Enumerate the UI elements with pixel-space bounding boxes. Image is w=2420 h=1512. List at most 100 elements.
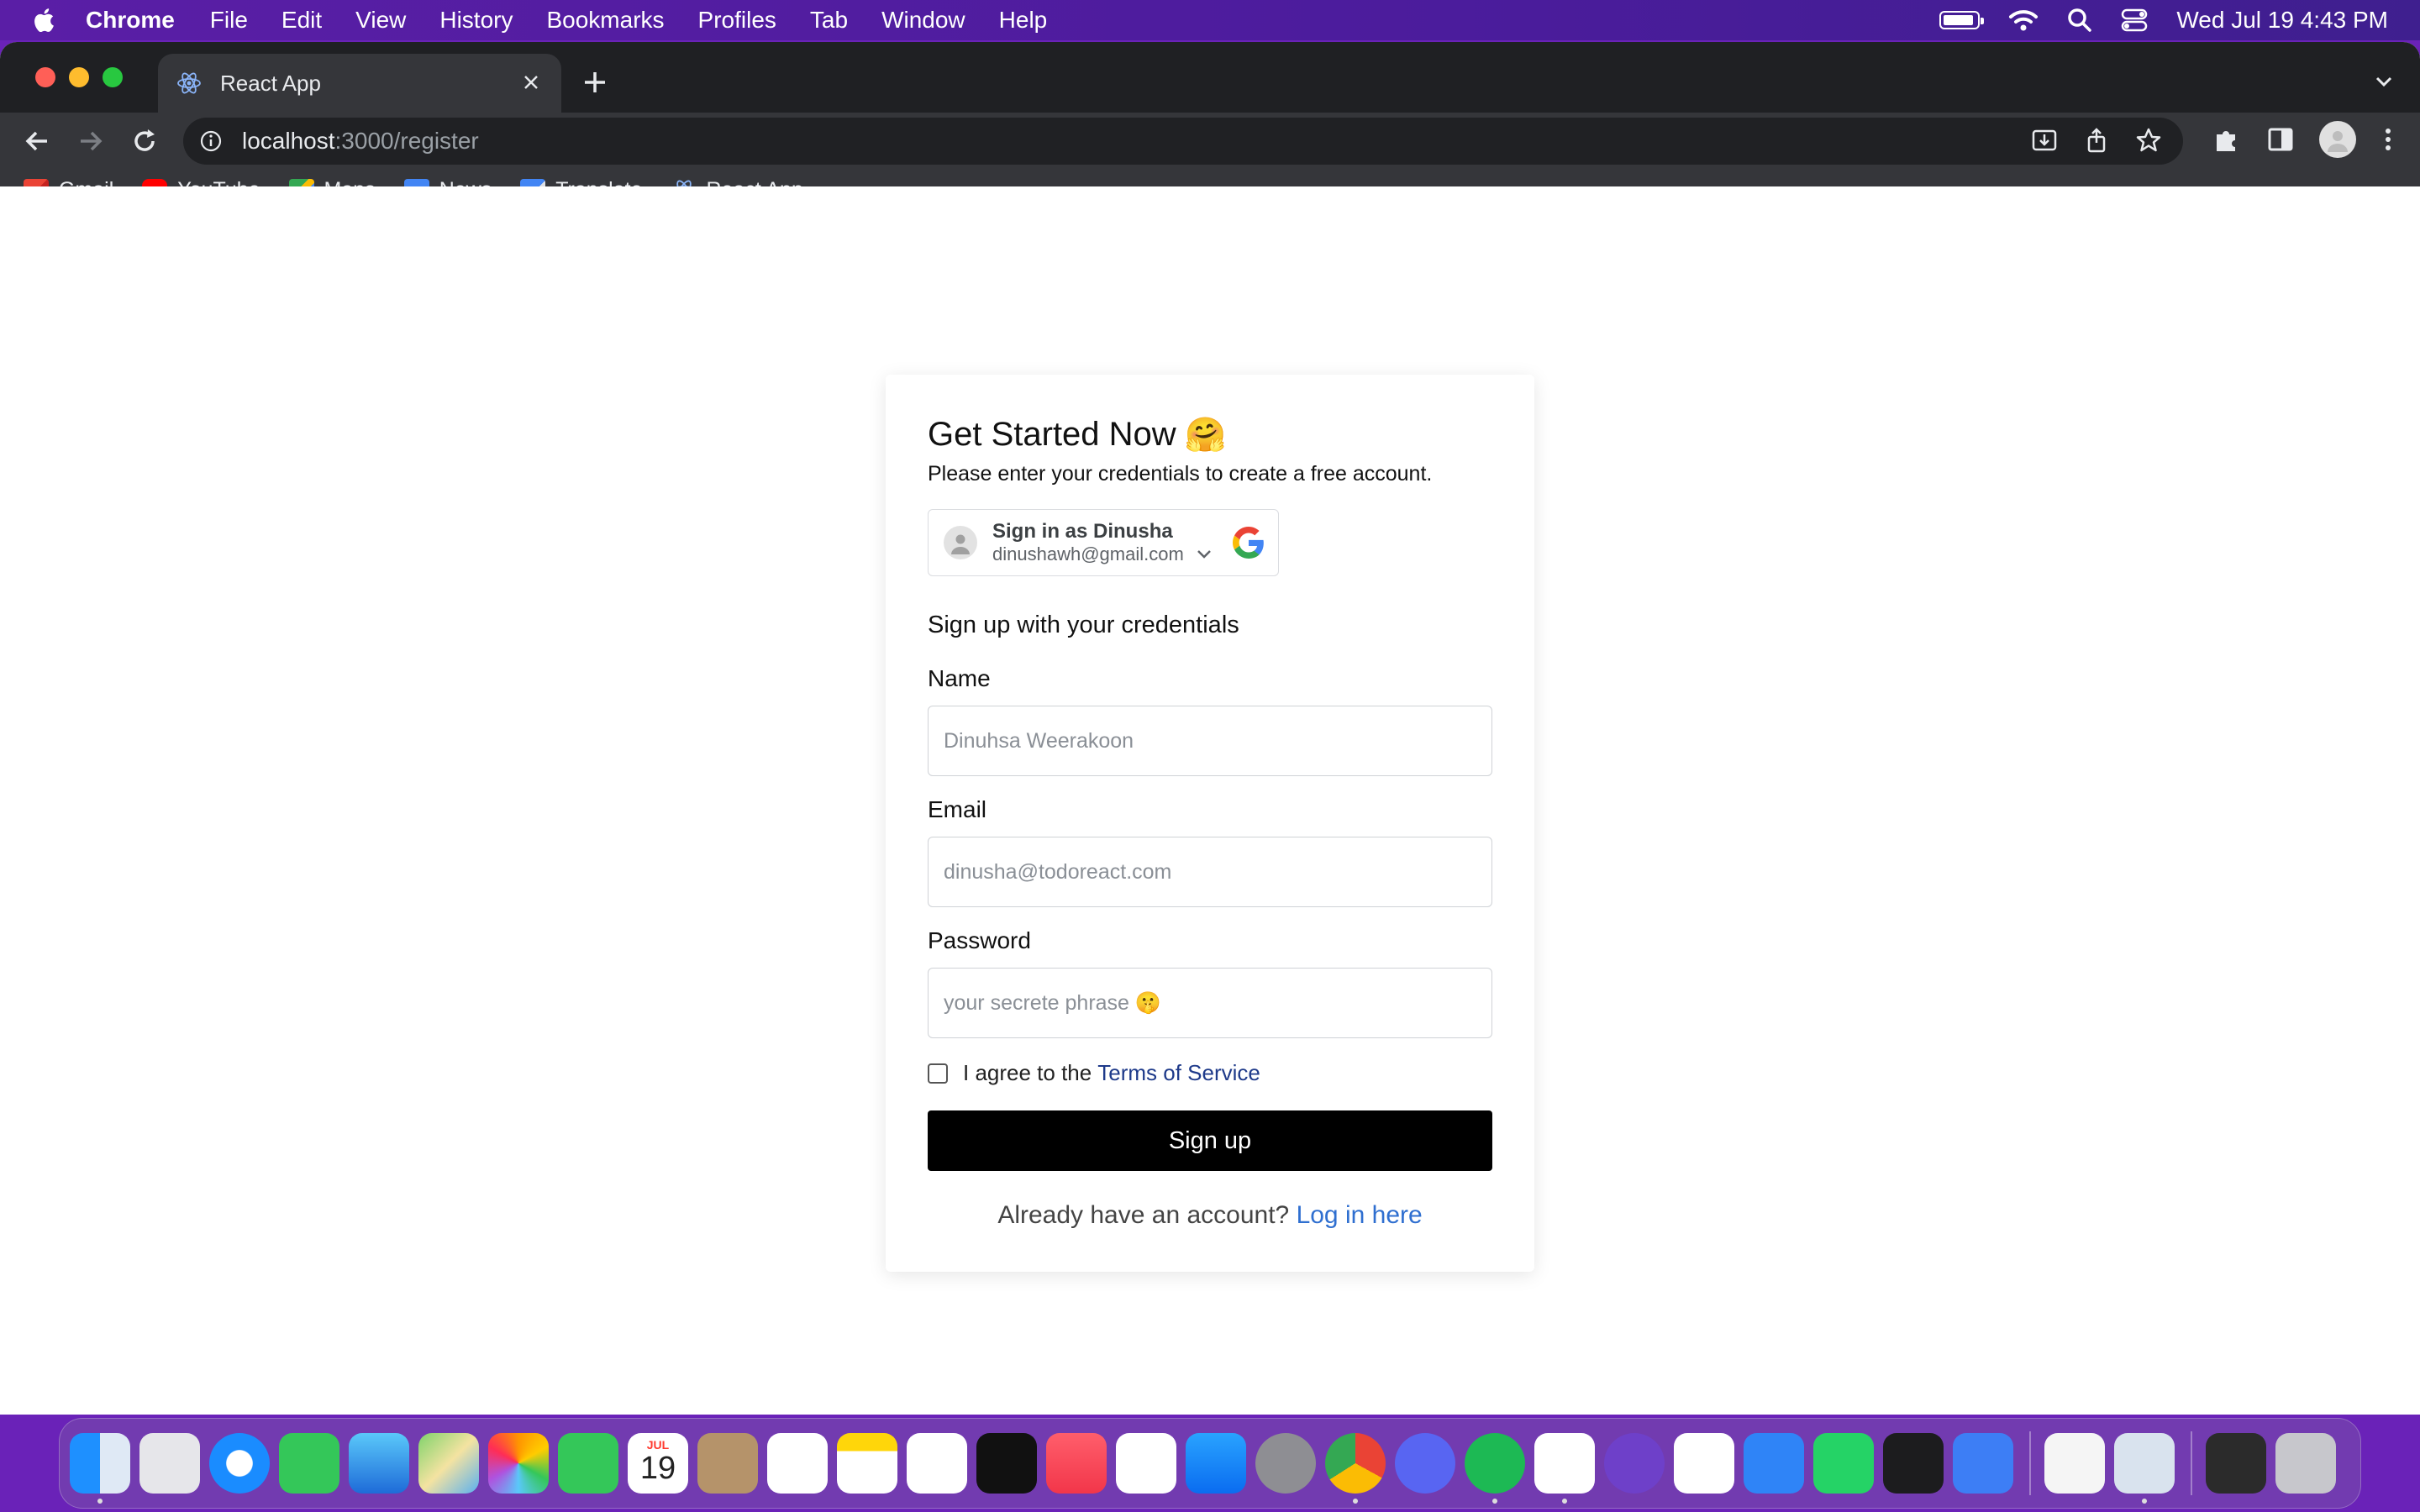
google-account-avatar — [944, 526, 977, 559]
github-desktop-icon[interactable] — [1604, 1433, 1665, 1494]
url-path: :3000/register — [334, 128, 479, 154]
page-subtitle: Please enter your credentials to create … — [928, 462, 1433, 486]
terms-of-service-link[interactable]: Terms of Service — [1097, 1060, 1260, 1086]
freeform-icon[interactable] — [907, 1433, 967, 1494]
toolbar-right-actions — [2212, 121, 2396, 158]
reload-icon[interactable] — [129, 126, 160, 156]
bookmark-star-icon[interactable] — [2134, 126, 2163, 155]
login-prompt-text: Already have an account? — [997, 1201, 1290, 1229]
apple-menu-icon[interactable] — [32, 8, 55, 33]
system-settings-icon[interactable] — [1255, 1433, 1316, 1494]
forward-icon[interactable] — [76, 126, 106, 156]
minimize-window-button[interactable] — [69, 67, 89, 87]
spotlight-search-icon[interactable] — [2067, 8, 2092, 33]
textedit-icon[interactable] — [2044, 1433, 2105, 1494]
address-bar-actions — [2030, 126, 2163, 155]
macos-menu-bar: Chrome File Edit View History Bookmarks … — [0, 0, 2420, 40]
music-icon[interactable] — [1046, 1433, 1107, 1494]
launchpad-icon[interactable] — [139, 1433, 200, 1494]
new-tab-icon[interactable] — [580, 67, 610, 97]
menu-tab[interactable]: Tab — [810, 7, 848, 34]
google-account-email-row: dinushawh@gmail.com — [992, 543, 1213, 565]
trash-icon[interactable] — [2275, 1433, 2336, 1494]
contacts-icon[interactable] — [697, 1433, 758, 1494]
password-label: Password — [928, 927, 1031, 953]
install-app-icon[interactable] — [2030, 126, 2059, 155]
chevron-down-icon[interactable] — [1196, 549, 1213, 560]
maps-icon[interactable] — [418, 1433, 479, 1494]
menu-history[interactable]: History — [439, 7, 513, 34]
password-input[interactable] — [928, 968, 1492, 1038]
chrome-icon[interactable] — [1325, 1433, 1386, 1504]
battery-icon[interactable] — [1939, 11, 1985, 29]
terminal-icon[interactable] — [1883, 1433, 1944, 1494]
menubar-status-area: Wed Jul 19 4:43 PM — [1939, 0, 2388, 40]
wifi-icon[interactable] — [2008, 8, 2039, 32]
name-label: Name — [928, 665, 991, 691]
close-tab-icon[interactable] — [519, 71, 543, 94]
notes-icon[interactable] — [837, 1433, 897, 1494]
email-label: Email — [928, 796, 987, 822]
menu-window[interactable]: Window — [881, 7, 965, 34]
google-sign-in-button[interactable]: Sign in as Dinusha dinushawh@gmail.com — [928, 509, 1279, 576]
vscode-icon[interactable] — [1534, 1433, 1595, 1504]
tab-react-app[interactable]: React App — [158, 54, 561, 113]
page-title-text: Get Started Now — [928, 416, 1176, 453]
zoom-window-button[interactable] — [103, 67, 123, 87]
sign-up-button[interactable]: Sign up — [928, 1110, 1492, 1171]
tv-icon[interactable] — [976, 1433, 1037, 1494]
extensions-puzzle-icon[interactable] — [2212, 124, 2242, 155]
google-account-text: Sign in as Dinusha dinushawh@gmail.com — [992, 520, 1213, 565]
xcode-icon[interactable] — [1744, 1433, 1804, 1494]
discord-icon[interactable] — [1395, 1433, 1455, 1494]
google-account-email: dinushawh@gmail.com — [992, 543, 1184, 564]
photos-icon[interactable] — [488, 1433, 549, 1494]
preview-icon[interactable] — [2114, 1433, 2175, 1504]
menu-bookmarks[interactable]: Bookmarks — [546, 7, 664, 34]
finder-icon[interactable] — [70, 1433, 130, 1504]
calendar-day: 19 — [639, 1451, 676, 1486]
address-bar[interactable]: localhost :3000/register — [183, 118, 2183, 165]
control-center-icon[interactable] — [2121, 8, 2148, 32]
screenshot-icon[interactable] — [2206, 1433, 2266, 1494]
page-title: Get Started Now 🤗 — [928, 415, 1227, 454]
whatsapp-icon[interactable] — [1813, 1433, 1874, 1494]
app-store-icon[interactable] — [1186, 1433, 1246, 1494]
menu-help[interactable]: Help — [999, 7, 1048, 34]
dock-separator — [2029, 1431, 2031, 1495]
email-input[interactable] — [928, 837, 1492, 907]
news-icon[interactable] — [1116, 1433, 1176, 1494]
menu-view[interactable]: View — [355, 7, 406, 34]
tab-search-chevron-icon[interactable] — [2371, 69, 2396, 94]
running-indicator — [1492, 1499, 1497, 1504]
terms-checkbox[interactable] — [928, 1063, 948, 1084]
chrome-menu-icon[interactable] — [2380, 124, 2396, 155]
share-icon[interactable] — [2082, 126, 2111, 155]
facetime-icon[interactable] — [558, 1433, 618, 1494]
simulator-icon[interactable] — [1953, 1433, 2013, 1494]
log-in-link[interactable]: Log in here — [1297, 1201, 1423, 1229]
terms-agree-text: I agree to the — [963, 1060, 1092, 1085]
back-icon[interactable] — [22, 126, 52, 156]
menu-profiles[interactable]: Profiles — [698, 7, 776, 34]
menu-app-name[interactable]: Chrome — [86, 7, 175, 34]
name-input[interactable] — [928, 706, 1492, 776]
safari-icon[interactable] — [209, 1433, 270, 1494]
tab-title: React App — [220, 70, 321, 96]
menu-file[interactable]: File — [210, 7, 248, 34]
spotify-icon[interactable] — [1465, 1433, 1525, 1504]
site-info-icon[interactable] — [198, 129, 224, 154]
close-window-button[interactable] — [35, 67, 55, 87]
person-icon — [951, 534, 970, 554]
profile-avatar[interactable] — [2319, 121, 2356, 158]
browser-toolbar: localhost :3000/register — [0, 113, 2420, 170]
side-panel-icon[interactable] — [2265, 124, 2296, 155]
instruments-icon[interactable] — [1674, 1433, 1734, 1494]
messages-icon[interactable] — [279, 1433, 339, 1494]
calendar-icon[interactable]: JUL 19 — [628, 1433, 688, 1494]
running-indicator — [97, 1499, 103, 1504]
mail-icon[interactable] — [349, 1433, 409, 1494]
menubar-clock[interactable]: Wed Jul 19 4:43 PM — [2176, 7, 2388, 34]
reminders-icon[interactable] — [767, 1433, 828, 1494]
menu-edit[interactable]: Edit — [281, 7, 322, 34]
